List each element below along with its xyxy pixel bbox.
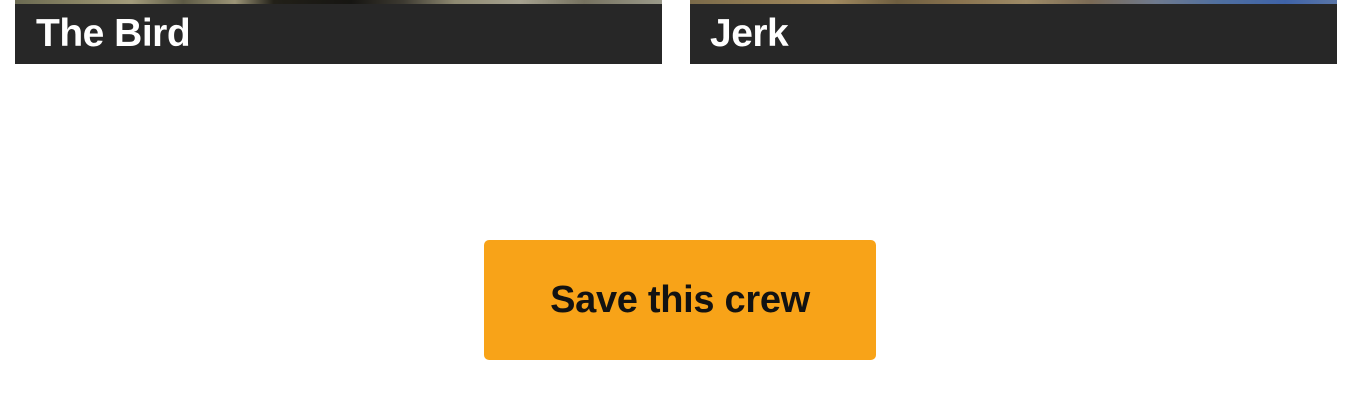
crew-photo xyxy=(690,0,1337,4)
save-crew-button[interactable]: Save this crew xyxy=(484,240,876,360)
crew-card-title: Jerk xyxy=(710,12,789,55)
crew-card-jerk[interactable]: Jerk xyxy=(690,0,1337,64)
crew-photo xyxy=(15,0,662,4)
crew-card-the-bird[interactable]: The Bird xyxy=(15,0,662,64)
crew-card-title: The Bird xyxy=(36,12,191,55)
